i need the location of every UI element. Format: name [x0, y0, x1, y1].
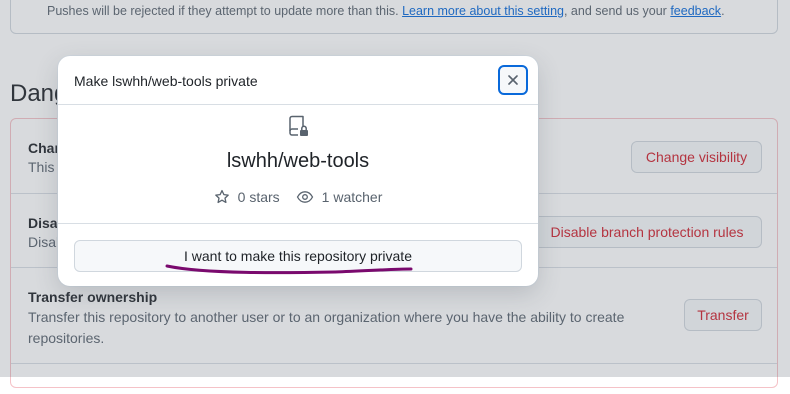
close-button[interactable]	[498, 65, 528, 95]
repo-locked-icon	[289, 115, 308, 136]
star-icon	[214, 189, 229, 204]
repo-stats: 0 stars 1 watcher	[58, 189, 538, 205]
dialog-header: Make lswhh/web-tools private	[58, 56, 538, 105]
make-private-dialog: Make lswhh/web-tools private lswhh/web-t…	[58, 56, 538, 286]
watchers-stat: 1 watcher	[296, 189, 383, 205]
annotation-underline	[165, 264, 413, 275]
watchers-count: 1 watcher	[321, 189, 383, 205]
eye-icon	[296, 191, 313, 203]
dialog-title: Make lswhh/web-tools private	[74, 73, 258, 89]
stars-count: 0 stars	[237, 189, 280, 205]
x-icon	[508, 75, 518, 85]
repo-name: lswhh/web-tools	[226, 150, 370, 172]
stars-stat: 0 stars	[214, 189, 280, 205]
